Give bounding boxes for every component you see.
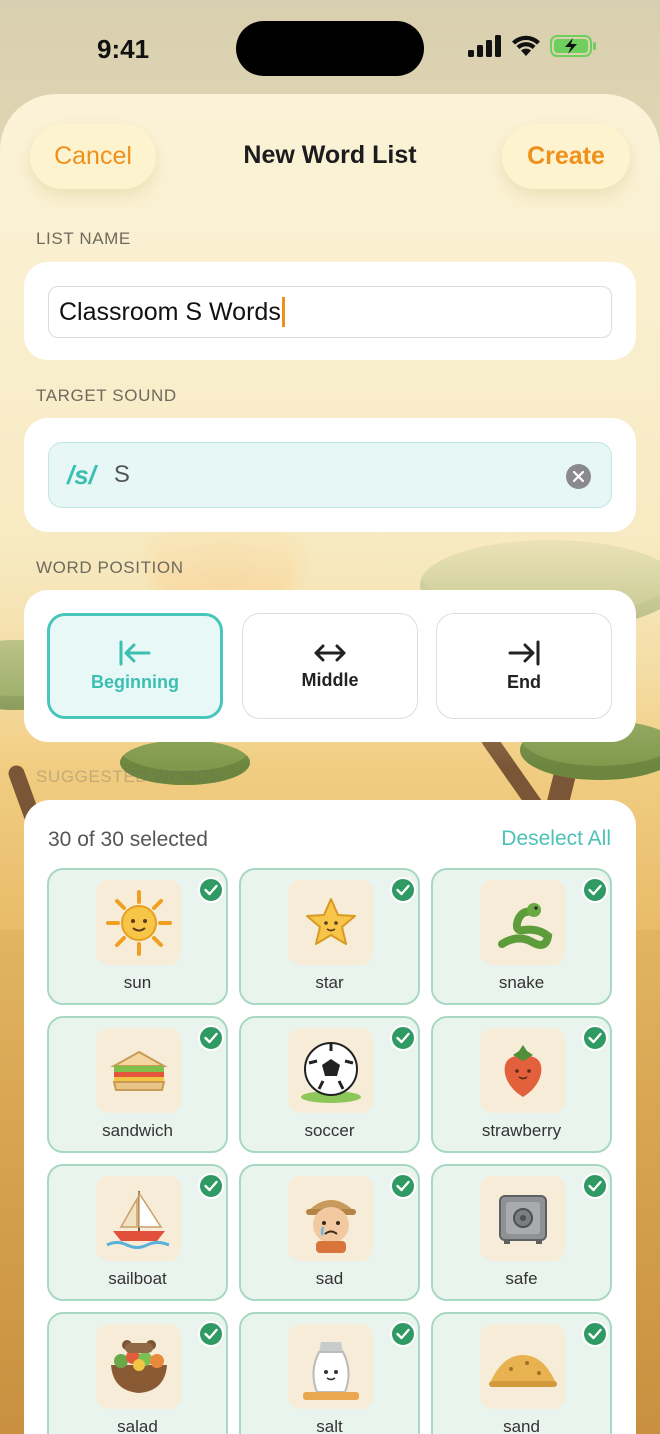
arrow-left-right-icon: [314, 644, 346, 661]
status-bar: 9:41: [0, 0, 660, 94]
status-time: 9:41: [97, 34, 150, 64]
arrow-left-to-bar-icon: [119, 640, 151, 665]
checkmark-icon: [582, 877, 608, 903]
word-label: sandwich: [102, 1121, 173, 1140]
list-name-card: Classroom S Words: [24, 262, 636, 360]
sad-face-icon: [288, 1176, 373, 1261]
suggested-words-label: SUGGESTED WORDS: [36, 767, 222, 786]
phoneme-label: /s/: [67, 459, 96, 490]
word-tile-sand[interactable]: sand: [431, 1312, 612, 1434]
salt-shaker-icon: [288, 1324, 373, 1409]
strawberry-icon: [480, 1028, 565, 1113]
word-label: salad: [117, 1417, 158, 1434]
word-label: snake: [498, 973, 545, 992]
word-label: sad: [315, 1269, 344, 1288]
wifi-icon: [512, 35, 540, 56]
sun-icon: [96, 880, 181, 965]
star-icon: [288, 880, 373, 965]
create-button[interactable]: Create: [502, 124, 630, 189]
sand-icon: [480, 1324, 565, 1409]
word-tile-snake[interactable]: snake: [431, 868, 612, 1005]
word-tile-salad[interactable]: salad: [47, 1312, 228, 1434]
checkmark-icon: [390, 1025, 416, 1051]
checkmark-icon: [582, 1173, 608, 1199]
position-end-button[interactable]: End: [436, 613, 612, 719]
word-tile-salt[interactable]: salt: [239, 1312, 420, 1434]
target-sound-label: TARGET SOUND: [36, 386, 177, 405]
battery-charging-icon: [550, 35, 596, 57]
word-position-label: WORD POSITION: [36, 558, 184, 577]
status-icons: [468, 34, 598, 58]
checkmark-icon: [582, 1025, 608, 1051]
arrow-right-to-bar-icon: [508, 640, 540, 665]
deselect-all-button[interactable]: Deselect All: [501, 827, 611, 851]
checkmark-icon: [390, 1173, 416, 1199]
clear-icon[interactable]: [566, 464, 591, 489]
position-end-label: End: [507, 671, 541, 692]
position-middle-button[interactable]: Middle: [242, 613, 418, 719]
word-label: strawberry: [481, 1121, 562, 1140]
salad-icon: [96, 1324, 181, 1409]
checkmark-icon: [198, 1321, 224, 1347]
dynamic-island: [236, 21, 424, 76]
word-tile-sailboat[interactable]: sailboat: [47, 1164, 228, 1301]
word-tile-star[interactable]: star: [239, 868, 420, 1005]
list-name-label: LIST NAME: [36, 229, 131, 248]
word-label: sailboat: [108, 1269, 167, 1288]
word-label: salt: [316, 1417, 343, 1434]
checkmark-icon: [198, 1025, 224, 1051]
word-position-card: Beginning Middle End: [24, 590, 636, 742]
word-label: star: [315, 973, 344, 992]
target-sound-value: S: [113, 461, 130, 488]
position-beginning-label: Beginning: [91, 671, 179, 692]
word-tile-safe[interactable]: safe: [431, 1164, 612, 1301]
selected-count: 30 of 30 selected: [48, 828, 208, 851]
checkmark-icon: [582, 1321, 608, 1347]
checkmark-icon: [198, 1173, 224, 1199]
list-name-input[interactable]: Classroom S Words: [48, 286, 612, 338]
word-tile-sun[interactable]: sun: [47, 868, 228, 1005]
word-tile-soccer[interactable]: soccer: [239, 1016, 420, 1153]
word-label: sand: [503, 1417, 540, 1434]
word-tile-sad[interactable]: sad: [239, 1164, 420, 1301]
word-label: safe: [505, 1269, 538, 1288]
suggested-words-card: 30 of 30 selected Deselect All sun star sn…: [24, 800, 636, 1434]
cellular-signal-icon: [468, 35, 501, 57]
word-tile-sandwich[interactable]: sandwich: [47, 1016, 228, 1153]
checkmark-icon: [198, 877, 224, 903]
soccer-ball-icon: [288, 1028, 373, 1113]
sandwich-icon: [96, 1028, 181, 1113]
position-middle-label: Middle: [301, 669, 359, 690]
word-tile-strawberry[interactable]: strawberry: [431, 1016, 612, 1153]
checkmark-icon: [390, 877, 416, 903]
word-label: soccer: [304, 1121, 355, 1140]
snake-icon: [480, 880, 565, 965]
target-sound-field[interactable]: /s/ S: [48, 442, 612, 508]
checkmark-icon: [390, 1321, 416, 1347]
word-label: sun: [123, 973, 152, 992]
safe-icon: [480, 1176, 565, 1261]
text-caret: [281, 297, 285, 327]
position-beginning-button[interactable]: Beginning: [47, 613, 223, 719]
list-name-value: Classroom S Words: [59, 297, 281, 326]
target-sound-card: /s/ S: [24, 418, 636, 532]
sailboat-icon: [96, 1176, 181, 1261]
